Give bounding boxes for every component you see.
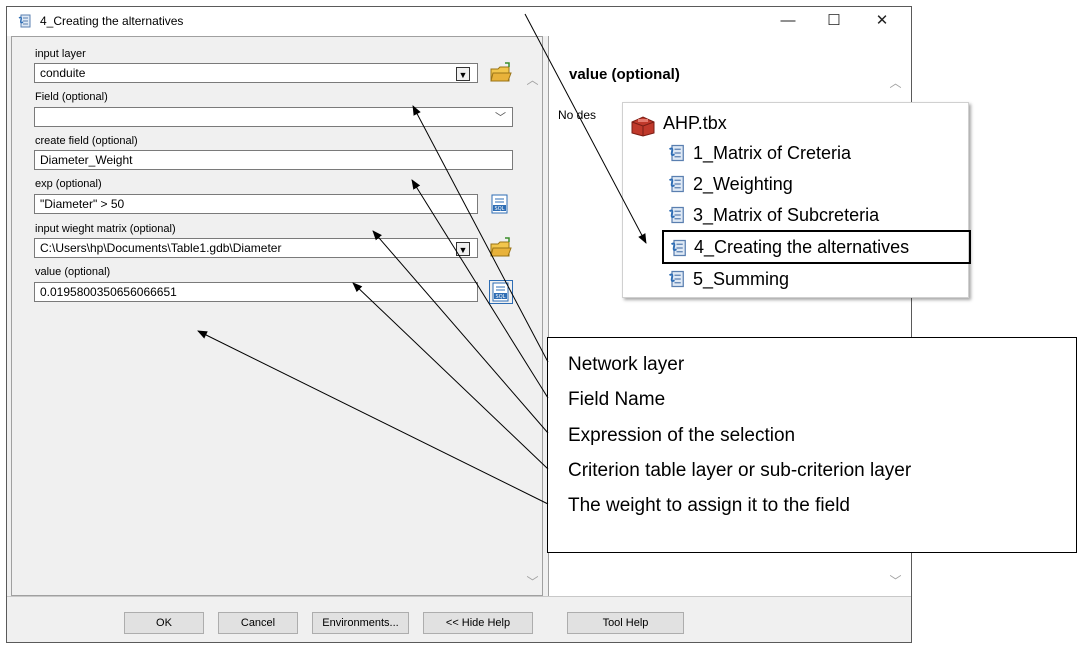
- input-matrix-label: input wieght matrix (optional): [35, 223, 176, 235]
- create-field-input[interactable]: Diameter_Weight: [34, 150, 513, 170]
- script-tool-icon: [17, 13, 33, 34]
- create-field-value: Diameter_Weight: [40, 153, 133, 167]
- title-bar: 4_Creating the alternatives — ☐ ✕: [7, 7, 911, 36]
- hide-help-button[interactable]: << Hide Help: [423, 612, 533, 634]
- value-input[interactable]: 0.0195800350656066651: [34, 282, 478, 302]
- exp-input[interactable]: "Diameter" > 50: [34, 194, 478, 214]
- maximize-button[interactable]: ☐: [819, 11, 849, 31]
- script-tool-icon: [667, 269, 687, 294]
- annotation-field-name: Field Name: [568, 389, 666, 410]
- scroll-up-icon[interactable]: ︿: [887, 74, 904, 91]
- open-folder-icon[interactable]: [489, 61, 513, 85]
- scroll-down-icon[interactable]: ﹀: [887, 572, 904, 589]
- field-select[interactable]: ﹀: [34, 107, 513, 127]
- toolbox-name[interactable]: AHP.tbx: [663, 113, 727, 134]
- scroll-down-icon[interactable]: ﹀: [524, 573, 541, 590]
- annotation-criterion-table: Criterion table layer or sub-criterion l…: [568, 460, 912, 481]
- field-label: Field (optional): [35, 91, 108, 103]
- annotation-expression: Expression of the selection: [568, 425, 796, 446]
- toolbox-icon: [629, 113, 657, 142]
- window-title: 4_Creating the alternatives: [40, 14, 184, 28]
- sql-icon[interactable]: SQL: [489, 193, 513, 217]
- input-layer-label: input layer: [35, 48, 86, 60]
- dropdown-arrow-icon[interactable]: ▼: [456, 67, 470, 81]
- parameters-panel: input layer conduite ▼ Field (optional) …: [11, 36, 543, 596]
- input-matrix-select[interactable]: C:\Users\hp\Documents\Table1.gdb\Diamete…: [34, 238, 478, 258]
- input-layer-select[interactable]: conduite ▼: [34, 63, 478, 83]
- toolbox-item[interactable]: 1_Matrix of Creteria: [693, 143, 851, 164]
- help-description: No des: [558, 108, 597, 122]
- environments-button[interactable]: Environments...: [312, 612, 409, 634]
- close-button[interactable]: ✕: [867, 11, 897, 31]
- value-label: value (optional): [35, 266, 111, 278]
- annotation-box: Network layer Field Name Expression of t…: [547, 337, 1077, 553]
- script-tool-icon: [669, 238, 689, 263]
- scroll-up-icon[interactable]: ︿: [524, 71, 541, 88]
- create-field-label: create field (optional): [35, 135, 138, 147]
- toolbox-tree: AHP.tbx 1_Matrix of Creteria 2_Weighting…: [622, 102, 971, 298]
- value-value: 0.0195800350656066651: [40, 285, 177, 299]
- button-bar: OK Cancel Environments... << Hide Help T…: [7, 596, 911, 642]
- toolbox-item[interactable]: 3_Matrix of Subcreteria: [693, 205, 879, 226]
- toolbox-item[interactable]: 5_Summing: [693, 269, 789, 290]
- input-layer-value: conduite: [40, 66, 86, 80]
- exp-value: "Diameter" > 50: [40, 197, 125, 211]
- tool-help-button[interactable]: Tool Help: [567, 612, 684, 634]
- script-tool-icon: [667, 174, 687, 199]
- annotation-network-layer: Network layer: [568, 354, 685, 375]
- help-title: value (optional): [569, 66, 680, 83]
- cancel-button[interactable]: Cancel: [218, 612, 298, 634]
- toolbox-item-selected[interactable]: 4_Creating the alternatives: [662, 230, 971, 264]
- script-tool-icon: [667, 143, 687, 168]
- annotation-weight: The weight to assign it to the field: [568, 495, 850, 516]
- dropdown-arrow-icon[interactable]: ▼: [456, 242, 470, 256]
- script-tool-icon: [667, 205, 687, 230]
- sql-icon[interactable]: SQL: [489, 280, 513, 304]
- toolbox-item[interactable]: 2_Weighting: [693, 174, 793, 195]
- minimize-button[interactable]: —: [773, 11, 803, 31]
- svg-text:SQL: SQL: [496, 294, 506, 300]
- input-matrix-value: C:\Users\hp\Documents\Table1.gdb\Diamete…: [40, 241, 282, 255]
- svg-text:SQL: SQL: [495, 206, 505, 212]
- open-folder-icon[interactable]: [489, 236, 513, 260]
- chevron-down-icon[interactable]: ﹀: [495, 109, 506, 127]
- exp-label: exp (optional): [35, 178, 102, 190]
- ok-button[interactable]: OK: [124, 612, 204, 634]
- toolbox-item-label: 4_Creating the alternatives: [694, 237, 910, 257]
